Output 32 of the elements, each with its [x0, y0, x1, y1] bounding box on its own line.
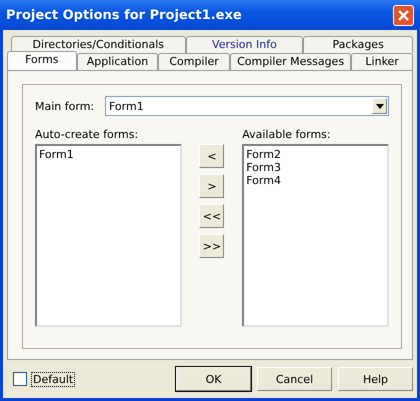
move-button[interactable]: >>: [199, 234, 224, 258]
available-label: Available forms:: [242, 128, 332, 141]
main-form-dropdown[interactable]: Form1: [105, 96, 389, 116]
list-item[interactable]: Form2: [246, 148, 385, 161]
available-list[interactable]: Form2 Form3 Form4: [242, 144, 389, 327]
list-item[interactable]: Form1: [39, 148, 178, 161]
checkbox-label[interactable]: Default: [31, 372, 76, 386]
tab[interactable]: Packages: [303, 36, 413, 53]
window-title: Project Options for Project1.exe: [6, 8, 242, 22]
dialog-button[interactable]: Help: [338, 367, 413, 391]
tab[interactable]: Application: [76, 53, 158, 70]
tab[interactable]: Compiler Messages: [230, 53, 352, 70]
checkbox[interactable]: [13, 372, 27, 386]
auto-create-list[interactable]: Form1: [35, 144, 182, 327]
auto-create-label: Auto-create forms:: [35, 128, 140, 141]
close-icon: [397, 8, 410, 22]
tab[interactable]: Version Info: [186, 36, 304, 53]
tab[interactable]: Linker: [351, 53, 413, 70]
list-item[interactable]: Form4: [246, 174, 385, 187]
move-button[interactable]: <: [199, 144, 224, 168]
close-button[interactable]: [393, 4, 414, 26]
dialog-button[interactable]: OK: [176, 367, 251, 391]
dropdown-button[interactable]: [372, 98, 387, 114]
tab[interactable]: Forms: [7, 51, 77, 70]
caret-icon: [376, 104, 384, 108]
tab[interactable]: Directories/Conditionals: [11, 36, 186, 53]
tab[interactable]: Compiler: [158, 53, 230, 70]
dialog-button[interactable]: Cancel: [257, 367, 332, 391]
move-button[interactable]: <<: [199, 204, 224, 228]
main-form-label: Main form:: [35, 100, 91, 112]
move-button[interactable]: >: [199, 174, 224, 198]
list-item[interactable]: Form3: [246, 161, 385, 174]
